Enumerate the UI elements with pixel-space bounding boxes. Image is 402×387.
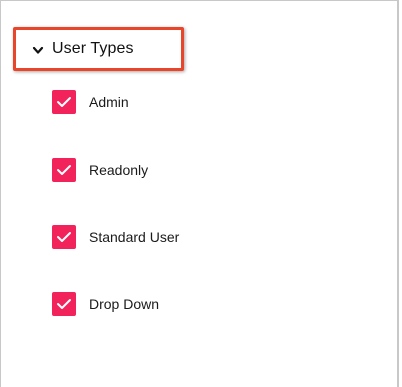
checkmark-icon — [57, 97, 71, 107]
option-drop-down[interactable]: Drop Down — [52, 292, 159, 316]
drop-down-checkbox[interactable] — [52, 292, 76, 316]
checkmark-icon — [57, 165, 71, 175]
option-admin[interactable]: Admin — [52, 90, 129, 114]
option-label: Drop Down — [89, 296, 160, 312]
user-types-panel: User Types Admin Readonly Standard User — [0, 0, 399, 387]
user-types-section-header[interactable]: User Types — [13, 27, 184, 71]
option-label: Admin — [89, 94, 129, 110]
option-label: Standard User — [89, 229, 180, 245]
option-standard-user[interactable]: Standard User — [52, 225, 179, 249]
standard-user-checkbox[interactable] — [52, 225, 76, 249]
chevron-down-icon — [32, 44, 44, 56]
checkmark-icon — [57, 232, 71, 242]
option-readonly[interactable]: Readonly — [52, 158, 148, 182]
readonly-checkbox[interactable] — [52, 158, 76, 182]
section-title: User Types — [52, 40, 134, 57]
option-label: Readonly — [89, 162, 149, 178]
checkmark-icon — [57, 299, 71, 309]
admin-checkbox[interactable] — [52, 90, 76, 114]
